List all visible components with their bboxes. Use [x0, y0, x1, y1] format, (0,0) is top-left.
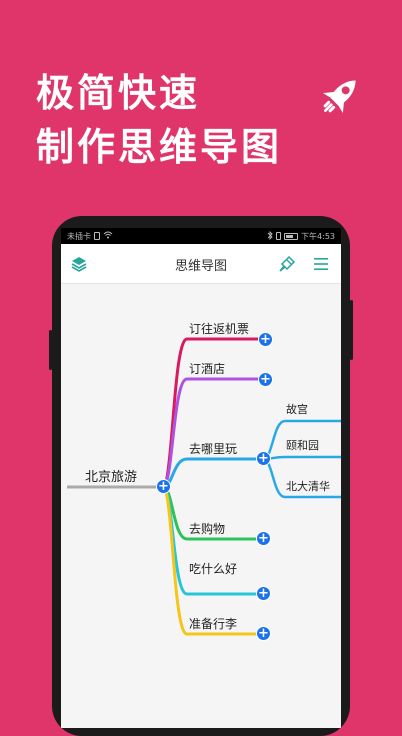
branch-node[interactable]: 订酒店 [189, 360, 225, 377]
bluetooth-icon [267, 230, 273, 242]
menu-icon[interactable] [309, 252, 333, 276]
promo-heading: 极简快速 制作思维导图 [36, 66, 282, 174]
root-node[interactable]: 北京旅游 [85, 466, 137, 485]
rocket-icon [314, 70, 366, 122]
battery-icon [284, 232, 299, 240]
branch-line [161, 377, 267, 489]
branch-node[interactable]: 订往返机票 [189, 320, 249, 337]
branch-node[interactable]: 去哪里玩 [189, 440, 237, 457]
plus-icon[interactable]: + [256, 451, 271, 466]
plus-icon[interactable]: + [258, 372, 273, 387]
promo-line-2: 制作思维导图 [36, 125, 283, 169]
sub-node[interactable]: 故宫 [286, 401, 308, 417]
status-bar: 未插卡 下午4:53 [61, 228, 341, 244]
wifi-icon [103, 231, 113, 241]
branch-node[interactable]: 准备行李 [189, 615, 237, 632]
branch-node[interactable]: 去购物 [189, 520, 225, 537]
sub-node[interactable]: 颐和园 [286, 437, 319, 453]
phone-side-button [49, 330, 52, 370]
carrier-text: 未插卡 [67, 231, 91, 241]
plus-icon[interactable]: + [256, 626, 271, 641]
branch-node[interactable]: 吃什么好 [189, 560, 237, 577]
vibrate-icon [276, 232, 282, 240]
mindmap-canvas[interactable]: 北京旅游 + 订往返机票 + 订酒店 + 去哪里玩 + 去购物 + 吃什么好 +… [61, 284, 341, 728]
plus-icon[interactable]: + [256, 586, 271, 601]
app-bar: 思维导图 [61, 244, 341, 284]
phone-side-button [350, 300, 353, 360]
plus-icon[interactable]: + [256, 531, 271, 546]
app-title: 思维导图 [174, 259, 227, 274]
mindmap-connectors [67, 337, 341, 636]
sub-branch-line [262, 455, 341, 461]
plus-icon[interactable]: + [156, 479, 171, 494]
sub-node[interactable]: 北大清华 [286, 478, 330, 494]
promo-line-1: 极简快速 [36, 71, 201, 115]
phone-screen: 未插卡 下午4:53 思维导图 北京旅游 + 订往返机票 + 订酒店 + 去哪里… [61, 228, 341, 728]
plus-icon[interactable]: + [258, 332, 273, 347]
branch-line [162, 457, 267, 489]
sim-icon [94, 232, 100, 240]
time-text: 下午4:53 [301, 231, 335, 241]
paint-brush-icon[interactable] [275, 252, 299, 276]
